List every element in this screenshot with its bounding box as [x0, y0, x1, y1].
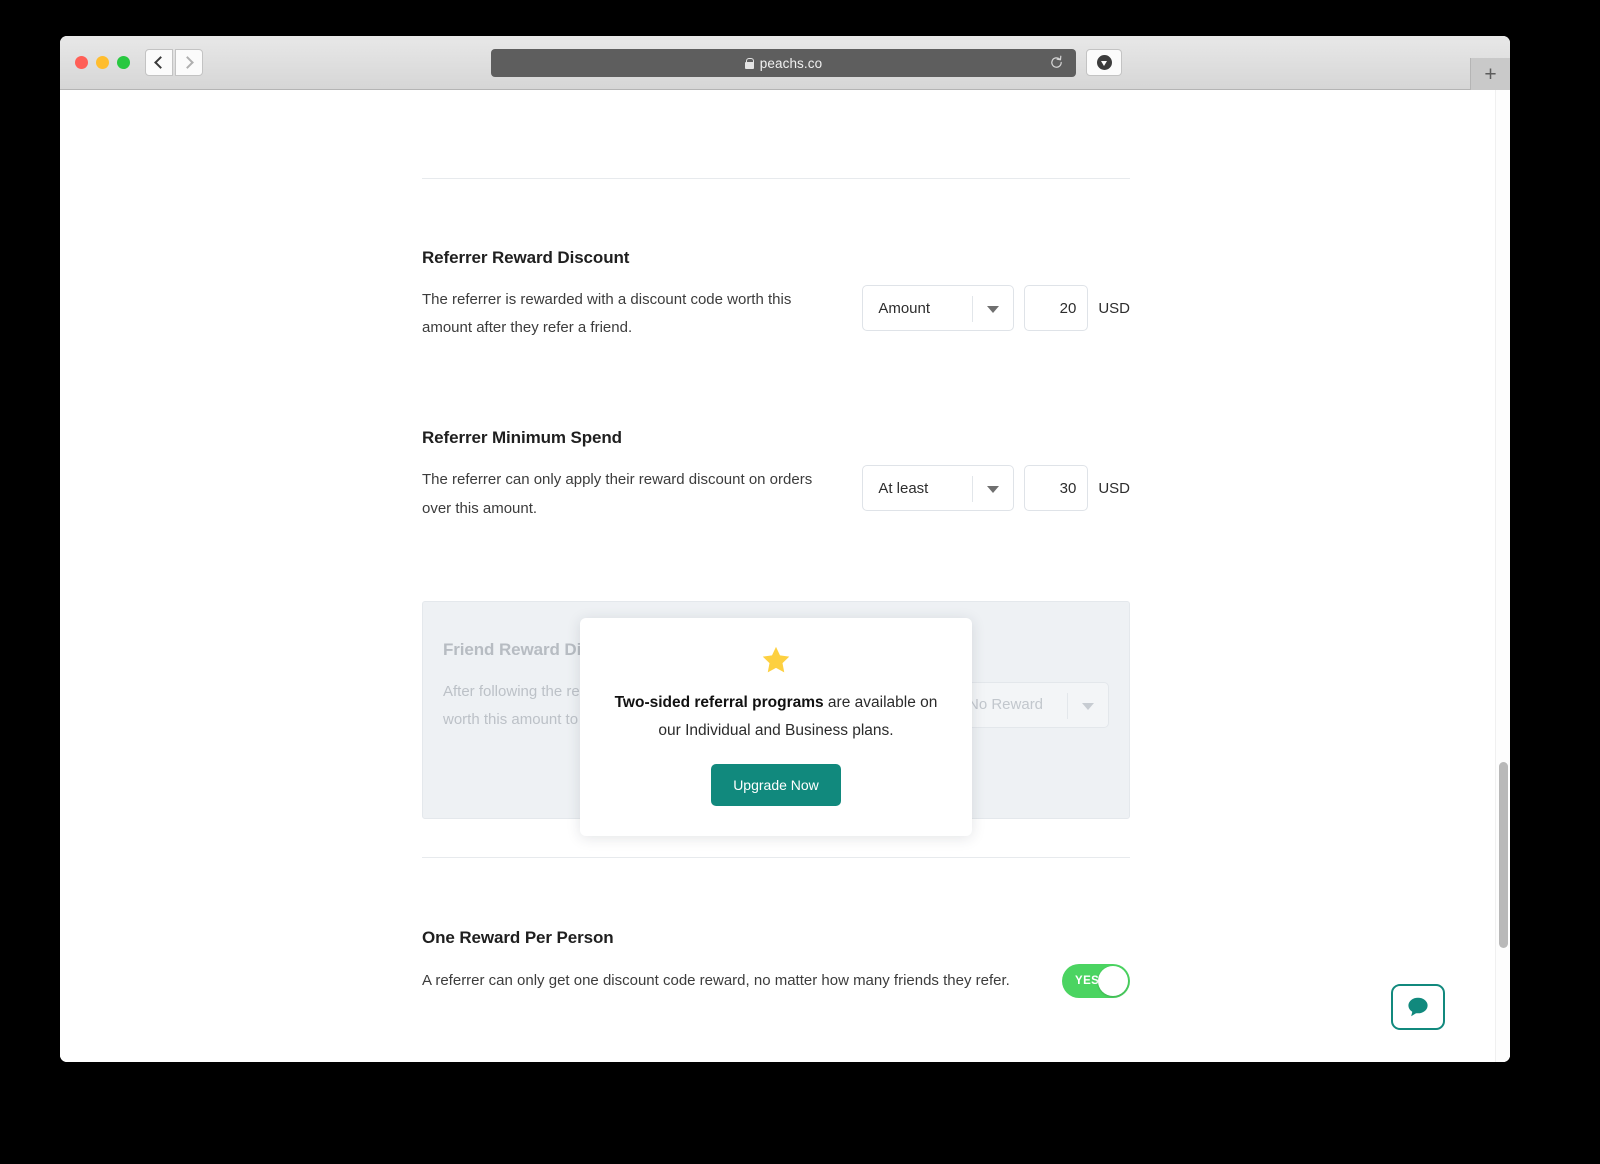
- setting-description: A referrer can only get one discount cod…: [422, 971, 1010, 989]
- chevron-left-icon: [154, 56, 167, 69]
- reward-amount-input[interactable]: 20: [1024, 285, 1089, 331]
- vertical-scrollbar-track[interactable]: [1495, 90, 1510, 1062]
- star-icon: [762, 646, 790, 673]
- minimum-spend-input[interactable]: 30: [1024, 465, 1089, 512]
- upsell-message: Two-sided referral programs are availabl…: [614, 689, 938, 746]
- address-bar-content: peachs.co: [744, 55, 823, 71]
- minimum-spend-condition-select[interactable]: At least: [862, 465, 1015, 512]
- upsell-modal: Two-sided referral programs are availabl…: [580, 617, 972, 837]
- downloads-button[interactable]: [1086, 49, 1122, 76]
- currency-label: USD: [1098, 299, 1130, 317]
- settings-column: Referrer Reward Discount The referrer is…: [422, 90, 1130, 998]
- setting-title: Referrer Reward Discount: [422, 248, 630, 267]
- setting-controls: Amount 20 USD: [862, 285, 1130, 331]
- setting-referrer-minimum-spend: Referrer Minimum Spend The referrer can …: [422, 423, 1130, 522]
- section-divider-top: [422, 178, 1130, 179]
- locked-setting-controls: No Reward: [952, 681, 1109, 728]
- new-tab-button[interactable]: +: [1470, 58, 1510, 91]
- page-content: Referrer Reward Discount The referrer is…: [60, 90, 1497, 1062]
- currency-label: USD: [1098, 479, 1130, 497]
- upgrade-now-button[interactable]: Upgrade Now: [711, 764, 841, 807]
- back-button[interactable]: [145, 49, 173, 76]
- download-icon: [1096, 55, 1112, 70]
- window-controls: [75, 56, 130, 69]
- friend-reward-select: No Reward: [952, 681, 1109, 728]
- browser-window: peachs.co + Referrer Reward Discount The…: [60, 36, 1510, 1062]
- setting-controls: At least 30 USD: [862, 465, 1130, 512]
- minimize-window-button[interactable]: [96, 56, 109, 69]
- url-text: peachs.co: [759, 55, 823, 71]
- reward-type-select[interactable]: Amount: [862, 285, 1015, 331]
- chevron-down-icon: [987, 486, 1000, 494]
- navigation-buttons: [145, 49, 203, 76]
- select-divider: [1067, 692, 1068, 719]
- browser-titlebar: peachs.co +: [60, 36, 1510, 91]
- toggle-label: YES: [1075, 974, 1100, 987]
- setting-description: The referrer can only apply their reward…: [422, 471, 813, 517]
- one-reward-per-person-toggle[interactable]: YES: [1062, 963, 1130, 998]
- forward-button[interactable]: [175, 49, 203, 76]
- chevron-down-icon: [1082, 702, 1094, 710]
- toggle-knob: [1098, 965, 1128, 996]
- vertical-scrollbar-thumb[interactable]: [1499, 762, 1508, 948]
- friend-reward-select-value: No Reward: [968, 696, 1044, 714]
- page-viewport: Referrer Reward Discount The referrer is…: [60, 90, 1510, 1062]
- reload-icon[interactable]: [1049, 55, 1064, 70]
- maximize-window-button[interactable]: [117, 56, 130, 69]
- setting-referrer-reward-discount: Referrer Reward Discount The referrer is…: [422, 243, 1130, 342]
- chat-launcher-button[interactable]: [1391, 984, 1445, 1030]
- lock-icon: [744, 57, 755, 69]
- chevron-right-icon: [181, 56, 194, 69]
- upsell-message-bold: Two-sided referral programs: [614, 693, 824, 711]
- section-divider-bottom: [422, 856, 1130, 858]
- setting-title: One Reward Per Person: [422, 927, 614, 947]
- select-divider: [972, 476, 974, 503]
- chevron-down-icon: [987, 306, 1000, 313]
- minimum-spend-condition-value: At least: [878, 479, 929, 497]
- locked-friend-reward-panel: Friend Reward Discount After following t…: [422, 600, 1130, 837]
- setting-description: The referrer is rewarded with a discount…: [422, 291, 792, 337]
- close-window-button[interactable]: [75, 56, 88, 69]
- setting-title: Referrer Minimum Spend: [422, 428, 622, 448]
- select-divider: [972, 296, 974, 322]
- setting-one-reward-per-person: One Reward Per Person A referrer can onl…: [422, 923, 1130, 998]
- reward-type-select-value: Amount: [878, 299, 931, 317]
- address-bar[interactable]: peachs.co: [491, 49, 1076, 77]
- chat-bubble-icon: [1408, 997, 1428, 1017]
